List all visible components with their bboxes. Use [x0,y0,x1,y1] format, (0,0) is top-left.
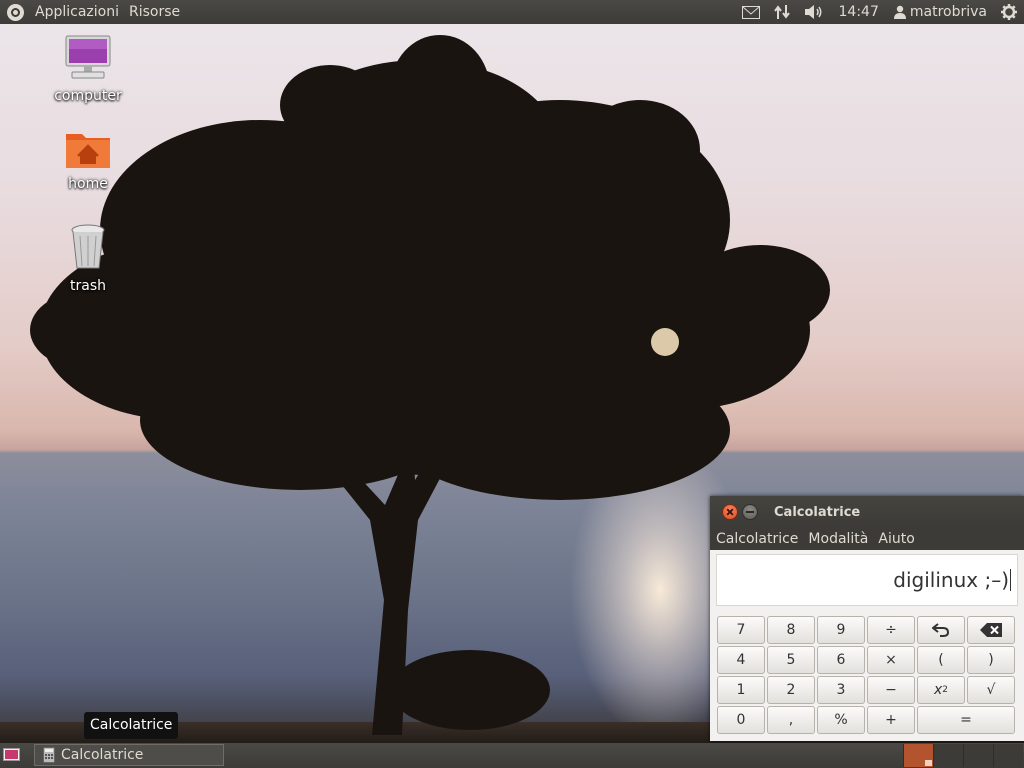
top-panel: Applicazioni Risorse 14:47 matrobriva [0,0,1024,24]
menu-calcolatrice[interactable]: Calcolatrice [710,531,803,547]
show-desktop-icon[interactable] [3,748,20,761]
taskbar-tooltip: Calcolatrice [84,712,179,739]
key-divide[interactable]: ÷ [867,616,915,644]
key-8[interactable]: 8 [767,616,815,644]
menu-aiuto[interactable]: Aiuto [873,531,919,547]
user-menu[interactable]: matrobriva [887,0,994,24]
home-folder-icon [66,134,110,168]
taskbar-calculator-button[interactable]: Calcolatrice [34,744,224,766]
desktop-icon-label: home [68,176,108,192]
keypad: 7 8 9 ÷ 4 5 6 × ( ) 1 2 3 − x2 √ 0 , % +… [717,616,1024,734]
close-button[interactable] [722,504,738,520]
calculator-menubar: Calcolatrice Modalità Aiuto [710,528,1024,550]
window-title: Calcolatrice [774,504,861,520]
desktop-icon-home[interactable]: home [48,128,128,192]
text-cursor [1010,569,1011,591]
display-text: digilinux ;–) [893,568,1009,592]
trash-icon [71,224,105,269]
key-5[interactable]: 5 [767,646,815,674]
calculator-window: Calcolatrice Calcolatrice Modalità Aiuto… [710,496,1024,741]
key-undo[interactable] [917,616,965,644]
window-titlebar[interactable]: Calcolatrice [710,496,1024,528]
user-icon [893,5,906,19]
computer-icon [65,35,111,79]
taskbar-button-label: Calcolatrice [61,747,144,763]
key-4[interactable]: 4 [717,646,765,674]
undo-icon [932,623,950,637]
clock[interactable]: 14:47 [831,0,887,24]
desktop-icon-trash[interactable]: trash [48,222,128,294]
key-3[interactable]: 3 [817,676,865,704]
network-icon[interactable] [767,0,797,24]
workspace-2[interactable] [933,744,963,767]
workspace-4[interactable] [993,744,1023,767]
backspace-icon [980,623,1002,637]
menu-places[interactable]: Risorse [124,0,185,24]
user-name: matrobriva [909,4,987,20]
key-0[interactable]: 0 [717,706,765,734]
key-backspace[interactable] [967,616,1015,644]
key-subtract[interactable]: − [867,676,915,704]
mail-icon[interactable] [735,0,767,24]
calculator-display[interactable]: digilinux ;–) [716,554,1018,606]
key-square[interactable]: x2 [917,676,965,704]
key-1[interactable]: 1 [717,676,765,704]
key-percent[interactable]: % [817,706,865,734]
key-equals[interactable]: = [917,706,1015,734]
workspace-switcher [903,744,1023,767]
calculator-app-icon [43,747,55,763]
menu-applications[interactable]: Applicazioni [30,0,124,24]
minimize-button[interactable] [742,504,758,520]
volume-icon[interactable] [797,0,831,24]
key-add[interactable]: + [867,706,915,734]
desktop-icon-label: computer [54,88,122,104]
session-gear-icon[interactable] [994,0,1024,24]
workspace-3[interactable] [963,744,993,767]
ubuntu-logo-icon[interactable] [7,3,24,21]
key-comma[interactable]: , [767,706,815,734]
key-7[interactable]: 7 [717,616,765,644]
key-sqrt[interactable]: √ [967,676,1015,704]
key-close-paren[interactable]: ) [967,646,1015,674]
bottom-panel: Calcolatrice [0,743,1024,768]
key-multiply[interactable]: × [867,646,915,674]
workspace-1[interactable] [903,744,933,767]
key-2[interactable]: 2 [767,676,815,704]
desktop-icon-label: trash [70,278,106,294]
key-9[interactable]: 9 [817,616,865,644]
menu-modalita[interactable]: Modalità [803,531,873,547]
desktop-icon-computer[interactable]: computer [48,34,128,104]
key-open-paren[interactable]: ( [917,646,965,674]
key-6[interactable]: 6 [817,646,865,674]
